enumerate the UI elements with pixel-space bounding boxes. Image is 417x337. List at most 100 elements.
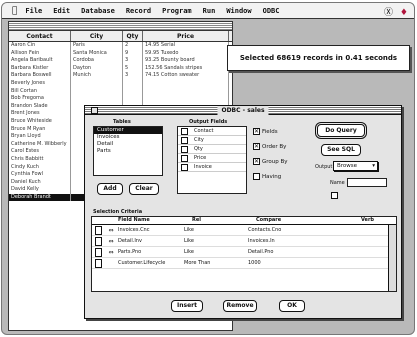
app-icon[interactable]: ♦ xyxy=(400,8,408,18)
criteria-compare[interactable]: Invoices.In xyxy=(240,238,310,244)
column-header-price[interactable]: Price xyxy=(143,31,229,41)
criteria-compare[interactable]: 1000 xyxy=(240,260,310,266)
add-button[interactable]: Add xyxy=(97,183,123,195)
table-cell: 74.15 Cotton sweater xyxy=(143,72,229,80)
criteria-row[interactable]: Customer.Lifecycle More Than 1000 xyxy=(92,258,396,269)
table-cell: Cindy Kuch xyxy=(9,163,71,172)
criteria-row[interactable]: ⇔ Parts.Pno Like Detail.Pno xyxy=(92,247,396,258)
table-cell: Munich xyxy=(71,72,123,80)
table-row[interactable]: Barbara Kistler Dayton 5 152.56 Sandals str… xyxy=(9,64,232,73)
criteria-checkbox[interactable] xyxy=(95,247,102,257)
option-group-by[interactable]: ✕ Group By xyxy=(253,158,288,165)
menu-record[interactable]: Record xyxy=(126,7,151,15)
records-window-titlebar[interactable] xyxy=(9,22,232,31)
table-list-item[interactable]: Customer xyxy=(94,127,162,134)
criteria-compare[interactable]: Contacts.Cno xyxy=(240,227,310,233)
option-order-by[interactable]: ✕ Order By xyxy=(253,143,286,150)
option-having[interactable]: Having xyxy=(253,173,281,180)
output-field-row[interactable]: Invoice xyxy=(178,163,246,172)
menu-program[interactable]: Program xyxy=(162,7,192,15)
apple-menu-icon[interactable]:  xyxy=(12,6,17,16)
criteria-row[interactable]: ⇔ Invoices.Cnc Like Contacts.Cno xyxy=(92,225,396,236)
criteria-rel[interactable]: More Than xyxy=(168,260,240,266)
criteria-row[interactable]: ⇔ Detail.Inv Like Invoices.In xyxy=(92,236,396,247)
criteria-field[interactable]: Invoices.Cnc xyxy=(116,227,168,233)
table-cell: Allison Fein xyxy=(9,49,71,58)
name-option[interactable] xyxy=(331,192,340,199)
checkbox[interactable] xyxy=(253,173,260,180)
table-row[interactable]: Aaron Cin Paris 2 14.95 Serial xyxy=(9,42,232,50)
table-cell: Bruce Whiteside xyxy=(9,117,71,126)
tables-list[interactable]: Customer Invoices Detail Parts xyxy=(93,126,163,176)
criteria-checkbox[interactable] xyxy=(95,258,102,268)
criteria-rel[interactable]: Like xyxy=(168,249,240,255)
criteria-label: Selection Criteria xyxy=(93,209,143,215)
column-header-contact[interactable]: Contact xyxy=(9,31,71,41)
criteria-header-rel: Rel xyxy=(192,217,201,223)
column-header-city[interactable]: City xyxy=(71,31,123,41)
table-cell: Barbara Boswell xyxy=(9,72,71,80)
table-row[interactable]: Beverly Jones xyxy=(9,79,232,88)
field-checkbox[interactable] xyxy=(181,145,188,153)
name-field[interactable] xyxy=(347,178,387,187)
table-cell: Cynthia Fowl xyxy=(9,171,71,179)
menu-odbc[interactable]: ODBC xyxy=(263,7,280,15)
criteria-scrollbar[interactable] xyxy=(388,225,396,291)
table-cell xyxy=(71,87,123,96)
field-checkbox[interactable] xyxy=(181,163,188,171)
option-label: Having xyxy=(262,173,282,180)
table-row[interactable]: Allison Fein Santa Monica 9 59.95 Tuxedo xyxy=(9,49,232,58)
ok-button[interactable]: OK xyxy=(279,300,305,312)
insert-button[interactable]: Insert xyxy=(171,300,203,312)
field-checkbox[interactable] xyxy=(181,127,188,135)
field-checkbox[interactable] xyxy=(181,154,188,162)
criteria-checkbox[interactable] xyxy=(95,236,102,246)
criteria-rel[interactable]: Like xyxy=(168,238,240,244)
output-field-row[interactable]: Price xyxy=(178,154,246,163)
table-cell: Catherine M. Wibberly xyxy=(9,140,71,149)
help-icon[interactable]: Ⓧ xyxy=(384,8,393,18)
output-field-row[interactable]: City xyxy=(178,136,246,145)
output-field-row[interactable]: Qty xyxy=(178,145,246,154)
menu-run[interactable]: Run xyxy=(203,7,216,15)
criteria-compare[interactable]: Detail.Pno xyxy=(240,249,310,255)
menu-window[interactable]: Window xyxy=(226,7,251,15)
see-sql-button[interactable]: See SQL xyxy=(321,144,361,156)
criteria-checkbox[interactable] xyxy=(95,225,102,235)
table-row[interactable]: Barbara Boswell Munich 3 74.15 Cotton sweat… xyxy=(9,72,232,80)
output-select[interactable]: Browse ▾ xyxy=(333,161,378,171)
checkbox[interactable]: ✕ xyxy=(253,128,260,135)
option-label: Group By xyxy=(262,158,288,165)
field-checkbox[interactable] xyxy=(181,136,188,144)
name-option-checkbox[interactable] xyxy=(331,192,338,199)
output-field-row[interactable]: Contact xyxy=(178,127,246,136)
checkbox[interactable]: ✕ xyxy=(253,143,260,150)
dialog-titlebar[interactable]: ODBC - sales xyxy=(85,106,401,115)
output-fields-list[interactable]: Contact City Qty Price Invoice xyxy=(177,126,247,194)
column-header-qty[interactable]: Qty xyxy=(123,31,143,41)
criteria-rel[interactable]: Like xyxy=(168,227,240,233)
status-message: Selected 68619 records in 0.41 seconds xyxy=(227,45,410,71)
table-row[interactable]: Bill Cortan xyxy=(9,87,232,96)
table-list-item[interactable]: Invoices xyxy=(94,134,162,141)
menu-database[interactable]: Database xyxy=(81,7,115,15)
table-list-item[interactable]: Detail xyxy=(94,141,162,148)
field-name: Price xyxy=(194,155,207,161)
table-row[interactable]: Bob Fregoma xyxy=(9,95,232,103)
option-fields[interactable]: ✕ Fields xyxy=(253,128,278,135)
menu-edit[interactable]: Edit xyxy=(53,7,70,15)
do-query-button[interactable]: Do Query xyxy=(317,124,365,137)
remove-button[interactable]: Remove xyxy=(223,300,257,312)
close-box-icon[interactable] xyxy=(91,107,98,114)
table-cell: Santa Monica xyxy=(71,49,123,58)
criteria-field[interactable]: Parts.Pno xyxy=(116,249,168,255)
clear-button[interactable]: Clear xyxy=(129,183,159,195)
table-row[interactable]: Angela Baribault Cordoba 3 93.25 Bounty boa… xyxy=(9,57,232,65)
table-cell: Bruce M Ryan xyxy=(9,125,71,134)
menu-file[interactable]: File xyxy=(25,7,42,15)
table-list-item[interactable]: Parts xyxy=(94,148,162,155)
dialog-title: ODBC - sales xyxy=(217,106,269,115)
criteria-field[interactable]: Customer.Lifecycle xyxy=(116,260,168,266)
criteria-field[interactable]: Detail.Inv xyxy=(116,238,168,244)
checkbox[interactable]: ✕ xyxy=(253,158,260,165)
